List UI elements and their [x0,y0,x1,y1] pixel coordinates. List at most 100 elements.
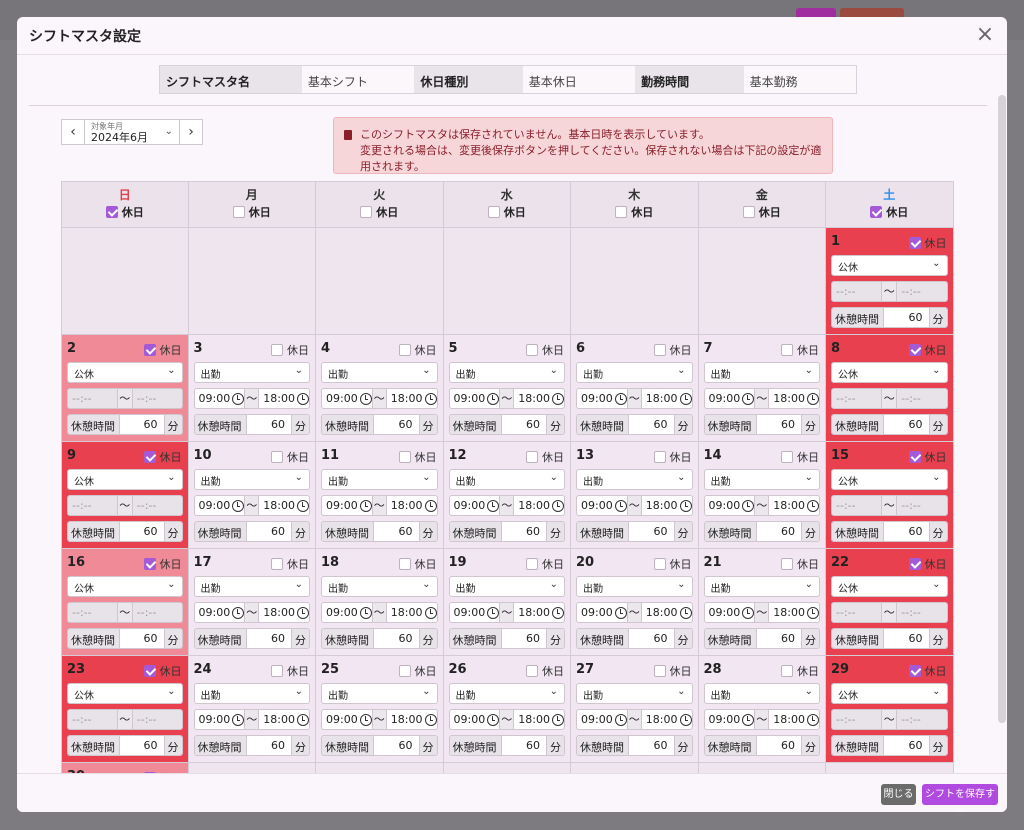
checkbox[interactable] [398,344,411,356]
checkbox[interactable] [360,206,373,218]
shift-type-select[interactable]: 公休 ⌄ [67,469,183,490]
checkbox[interactable] [870,206,883,218]
day-holiday-toggle[interactable]: 休日 [653,663,692,679]
end-time-input[interactable]: 18:00 [514,389,564,408]
start-time-input[interactable]: 09:00 [195,603,245,622]
end-time-input[interactable]: --:-- [133,710,182,729]
day-holiday-toggle[interactable]: 休日 [526,663,564,679]
start-time-input[interactable]: --:-- [832,710,881,729]
shift-type-select[interactable]: 出勤 ⌄ [703,469,820,490]
shift-type-select[interactable]: 出勤 ⌄ [576,683,693,704]
end-time-input[interactable]: --:-- [133,496,182,515]
break-time-input[interactable]: 60 [120,629,164,648]
shift-type-select[interactable]: 公休 ⌄ [831,255,948,276]
break-time-input[interactable]: 60 [246,629,291,648]
end-time-input[interactable]: --:-- [133,603,182,622]
shift-type-select[interactable]: 出勤 ⌄ [193,469,310,490]
weekday-holiday-toggle[interactable]: 休日 [870,204,908,220]
end-time-input[interactable]: 18:00 [642,496,692,515]
shift-type-select[interactable]: 公休 ⌄ [831,362,948,383]
close-button[interactable]: 閉じる [881,784,916,805]
break-time-input[interactable]: 60 [756,736,801,755]
weekday-holiday-toggle[interactable]: 休日 [742,204,781,220]
end-time-input[interactable]: 18:00 [769,389,819,408]
start-time-input[interactable]: 09:00 [450,710,500,729]
start-time-input[interactable]: 09:00 [705,603,755,622]
checkbox[interactable] [143,558,156,570]
start-time-input[interactable]: --:-- [68,603,117,622]
day-holiday-toggle[interactable]: 休日 [526,449,564,465]
end-time-input[interactable]: 18:00 [769,603,819,622]
end-time-input[interactable]: 18:00 [642,710,692,729]
end-time-input[interactable]: 18:00 [514,496,564,515]
prev-month-button[interactable]: ‹ [61,119,85,145]
break-time-input[interactable]: 60 [374,415,419,434]
end-time-input[interactable]: 18:00 [769,710,819,729]
start-time-input[interactable]: --:-- [832,389,881,408]
day-holiday-toggle[interactable]: 休日 [526,342,564,358]
checkbox[interactable] [908,237,921,249]
end-time-input[interactable]: --:-- [897,389,946,408]
day-holiday-toggle[interactable]: 休日 [398,449,437,465]
break-time-input[interactable]: 60 [884,629,929,648]
day-holiday-toggle[interactable]: 休日 [271,342,309,358]
checkbox[interactable] [908,451,921,463]
month-select[interactable]: 対象年月 2024年6月 ⌄ [85,119,179,145]
break-time-input[interactable]: 60 [246,415,291,434]
end-time-input[interactable]: 18:00 [514,603,564,622]
shift-type-select[interactable]: 出勤 ⌄ [448,362,565,383]
day-holiday-toggle[interactable]: 休日 [271,663,309,679]
checkbox[interactable] [526,451,538,463]
start-time-input[interactable]: 09:00 [705,710,755,729]
break-time-input[interactable]: 60 [374,522,419,541]
end-time-input[interactable]: --:-- [897,496,946,515]
shift-type-select[interactable]: 出勤 ⌄ [321,683,438,704]
end-time-input[interactable]: 18:00 [387,603,437,622]
end-time-input[interactable]: 18:00 [642,603,692,622]
end-time-input[interactable]: --:-- [897,710,946,729]
start-time-input[interactable]: 09:00 [577,496,627,515]
break-time-input[interactable]: 60 [374,736,419,755]
break-time-input[interactable]: 60 [884,736,929,755]
start-time-input[interactable]: 09:00 [195,389,245,408]
checkbox[interactable] [398,451,411,463]
shift-type-select[interactable]: 出勤 ⌄ [576,576,693,597]
day-holiday-toggle[interactable]: 休日 [653,342,692,358]
day-holiday-toggle[interactable]: 休日 [908,449,947,465]
shift-type-select[interactable]: 出勤 ⌄ [193,683,310,704]
checkbox[interactable] [653,665,666,677]
break-time-input[interactable]: 60 [501,736,546,755]
end-time-input[interactable]: --:-- [133,389,182,408]
day-holiday-toggle[interactable]: 休日 [908,663,947,679]
shift-type-select[interactable]: 出勤 ⌄ [576,469,693,490]
checkbox[interactable] [232,206,245,218]
start-time-input[interactable]: 09:00 [577,603,627,622]
break-time-input[interactable]: 60 [501,629,546,648]
checkbox[interactable] [653,451,666,463]
start-time-input[interactable]: --:-- [68,710,117,729]
start-time-input[interactable]: 09:00 [450,603,500,622]
day-holiday-toggle[interactable]: 休日 [526,556,564,572]
shift-type-select[interactable]: 公休 ⌄ [67,683,183,704]
start-time-input[interactable]: 09:00 [195,710,245,729]
end-time-input[interactable]: 18:00 [514,710,564,729]
shift-type-select[interactable]: 公休 ⌄ [831,683,948,704]
checkbox[interactable] [615,206,628,218]
start-time-input[interactable]: 09:00 [322,603,372,622]
end-time-input[interactable]: --:-- [897,282,946,301]
end-time-input[interactable]: 18:00 [259,496,309,515]
checkbox[interactable] [781,558,793,570]
break-time-input[interactable]: 60 [884,308,929,327]
shift-type-select[interactable]: 出勤 ⌄ [448,469,565,490]
day-holiday-toggle[interactable]: 休日 [908,342,947,358]
break-time-input[interactable]: 60 [884,415,929,434]
checkbox[interactable] [271,344,283,356]
shift-type-select[interactable]: 公休 ⌄ [67,576,183,597]
weekday-holiday-toggle[interactable]: 休日 [615,204,653,220]
checkbox[interactable] [143,451,156,463]
checkbox[interactable] [908,558,921,570]
shift-type-select[interactable]: 公休 ⌄ [831,576,948,597]
day-holiday-toggle[interactable]: 休日 [143,449,182,465]
checkbox[interactable] [271,558,283,570]
end-time-input[interactable]: 18:00 [387,389,437,408]
